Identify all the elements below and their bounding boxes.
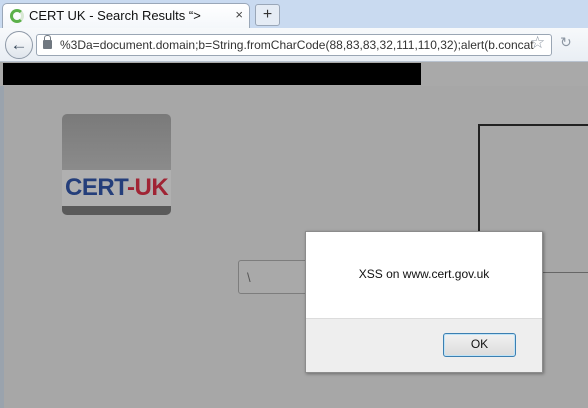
close-tab-icon[interactable]: × bbox=[235, 7, 243, 22]
new-tab-button[interactable]: + bbox=[255, 4, 280, 26]
lock-icon bbox=[43, 35, 52, 49]
tab-strip: CERT UK - Search Results “> × + bbox=[0, 0, 588, 30]
page-left-border bbox=[0, 86, 4, 408]
alert-footer: OK bbox=[306, 318, 542, 372]
back-button[interactable]: ← bbox=[5, 31, 33, 59]
address-bar[interactable]: %3Da=document.domain;b=String.fromCharCo… bbox=[36, 34, 552, 56]
loading-spinner-icon bbox=[10, 9, 24, 23]
frame-border-top bbox=[478, 124, 588, 126]
tab-title: CERT UK - Search Results “> bbox=[29, 8, 201, 23]
logo-text-cert: CERT bbox=[65, 174, 128, 201]
logo-bottom-bar bbox=[62, 206, 171, 215]
navigation-bar: ← %3Da=document.domain;b=String.fromChar… bbox=[0, 28, 588, 62]
cert-uk-logo[interactable]: CERT-UK bbox=[62, 114, 171, 215]
browser-tab[interactable]: CERT UK - Search Results “> × bbox=[2, 3, 250, 30]
reload-icon[interactable]: ↻ bbox=[560, 34, 572, 51]
star-icon[interactable]: ☆ bbox=[530, 33, 545, 53]
alert-dialog: XSS on www.cert.gov.uk OK bbox=[305, 231, 543, 373]
logo-text-uk: UK bbox=[134, 174, 169, 201]
redaction-bar bbox=[3, 63, 421, 85]
url-text[interactable]: %3Da=document.domain;b=String.fromCharCo… bbox=[60, 38, 534, 52]
frame-border-left bbox=[478, 124, 480, 234]
logo-text-dash: - bbox=[127, 174, 135, 201]
search-input[interactable]: \ bbox=[238, 260, 308, 294]
divider-line bbox=[542, 272, 588, 273]
logo-text: CERT-UK bbox=[65, 174, 169, 202]
ok-button[interactable]: OK bbox=[443, 333, 516, 357]
search-input-value: \ bbox=[247, 270, 251, 285]
alert-message: XSS on www.cert.gov.uk bbox=[358, 267, 490, 281]
